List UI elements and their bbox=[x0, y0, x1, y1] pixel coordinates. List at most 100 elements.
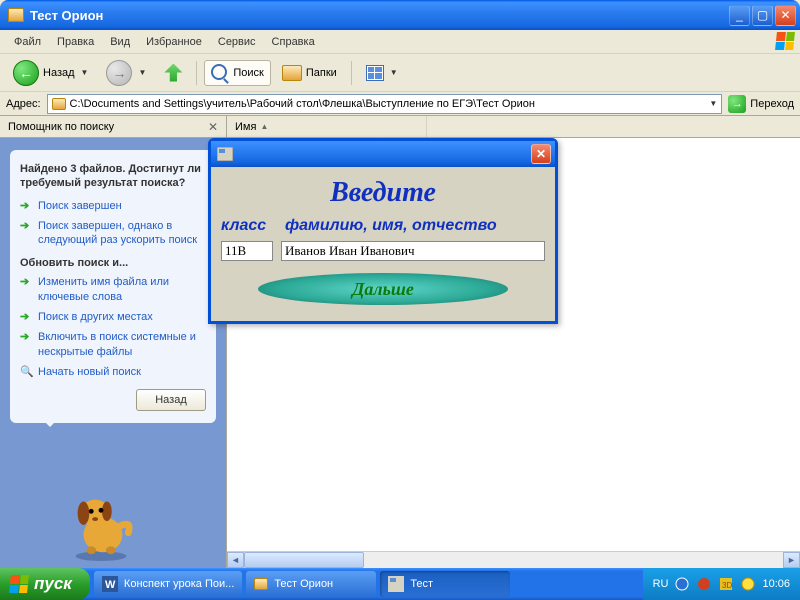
windows-logo-icon bbox=[9, 575, 29, 593]
search-button[interactable]: Поиск bbox=[204, 60, 270, 86]
go-button[interactable]: → Переход bbox=[728, 95, 794, 113]
up-arrow-icon bbox=[164, 64, 182, 82]
back-button[interactable]: ← Назад ▼ bbox=[6, 56, 95, 90]
language-indicator[interactable]: RU bbox=[653, 578, 669, 590]
address-bar: Адрес: C:\Documents and Settings\учитель… bbox=[0, 92, 800, 116]
window-titlebar: Тест Орион _ ▢ ✕ bbox=[0, 0, 800, 30]
address-label: Адрес: bbox=[6, 98, 41, 110]
option-search-done-faster[interactable]: ➔ Поиск завершен, однако в следующий раз … bbox=[20, 219, 206, 248]
horizontal-scrollbar[interactable]: ◄ ► bbox=[227, 551, 800, 568]
go-label: Переход bbox=[750, 98, 794, 110]
separator bbox=[351, 61, 352, 85]
option-search-done[interactable]: ➔ Поиск завершен bbox=[20, 199, 206, 213]
class-label: класс bbox=[221, 217, 285, 235]
arrow-icon: ➔ bbox=[20, 275, 32, 287]
clock[interactable]: 10:06 bbox=[762, 578, 790, 590]
input-dialog: ✕ Введите класс фамилию, имя, отчество Д… bbox=[208, 138, 558, 324]
option-label: Изменить имя файла или ключевые слова bbox=[38, 275, 206, 304]
next-button[interactable]: Дальше bbox=[258, 273, 508, 305]
folders-button[interactable]: Папки bbox=[275, 61, 344, 85]
scroll-right-button[interactable]: ► bbox=[783, 552, 800, 568]
word-icon: W bbox=[102, 576, 118, 592]
close-button[interactable]: ✕ bbox=[775, 5, 796, 26]
svg-text:W: W bbox=[105, 579, 116, 591]
taskbar-item-label: Тест bbox=[410, 578, 433, 590]
menu-file[interactable]: Файл bbox=[6, 33, 49, 51]
maximize-button[interactable]: ▢ bbox=[752, 5, 773, 26]
app-icon bbox=[217, 147, 233, 161]
address-input[interactable]: C:\Documents and Settings\учитель\Рабочи… bbox=[47, 94, 723, 114]
search-icon: 🔍 bbox=[20, 365, 32, 377]
taskbar: пуск W Конспект урока Пои... Тест Орион … bbox=[0, 568, 800, 600]
menu-tools[interactable]: Сервис bbox=[210, 33, 264, 51]
tray-icon[interactable] bbox=[674, 576, 690, 592]
option-search-elsewhere[interactable]: ➔Поиск в других местах bbox=[20, 310, 206, 324]
search-panel: Найдено 3 файлов. Достигнут ли требуемый… bbox=[10, 150, 216, 423]
tray-icon[interactable]: 3D bbox=[718, 576, 734, 592]
back-label: Назад bbox=[43, 67, 75, 79]
arrow-icon: ➔ bbox=[20, 310, 32, 322]
chevron-down-icon[interactable]: ▼ bbox=[709, 99, 717, 108]
search-icon bbox=[211, 64, 229, 82]
folder-icon bbox=[52, 98, 66, 110]
option-label: Включить в поиск системные и нескрытые ф… bbox=[38, 330, 206, 359]
chevron-down-icon: ▼ bbox=[390, 68, 398, 77]
search-dog-icon bbox=[62, 484, 140, 562]
arrow-icon: ➔ bbox=[20, 199, 32, 211]
taskbar-item-label: Тест Орион bbox=[274, 578, 333, 590]
windows-flag-icon bbox=[776, 32, 796, 52]
sort-asc-icon: ▲ bbox=[260, 122, 268, 131]
folder-icon bbox=[254, 578, 268, 590]
views-button[interactable]: ▼ bbox=[359, 61, 405, 85]
search-label: Поиск bbox=[233, 67, 263, 79]
scroll-thumb[interactable] bbox=[244, 552, 364, 568]
option-change-keywords[interactable]: ➔ Изменить имя файла или ключевые слова bbox=[20, 275, 206, 304]
folders-label: Папки bbox=[306, 67, 337, 79]
back-arrow-icon: ← bbox=[13, 60, 39, 86]
system-tray: RU 3D 10:06 bbox=[643, 568, 800, 600]
column-label: Имя bbox=[235, 121, 256, 133]
column-headers: Имя ▲ bbox=[227, 116, 800, 138]
menu-help[interactable]: Справка bbox=[264, 33, 323, 51]
option-label: Поиск завершен bbox=[38, 199, 122, 213]
option-label: Поиск завершен, однако в следующий раз у… bbox=[38, 219, 206, 248]
address-path: C:\Documents and Settings\учитель\Рабочи… bbox=[70, 98, 704, 110]
minimize-button[interactable]: _ bbox=[729, 5, 750, 26]
panel-back-button[interactable]: Назад bbox=[136, 389, 206, 411]
class-input[interactable] bbox=[221, 241, 273, 261]
forward-button[interactable]: → ▼ bbox=[99, 56, 153, 90]
taskbar-item-word[interactable]: W Конспект урока Пои... bbox=[94, 571, 242, 597]
views-icon bbox=[366, 65, 384, 81]
scroll-left-button[interactable]: ◄ bbox=[227, 552, 244, 568]
tray-icon[interactable] bbox=[696, 576, 712, 592]
arrow-icon: ➔ bbox=[20, 330, 32, 342]
start-button[interactable]: пуск bbox=[0, 568, 90, 600]
up-button[interactable] bbox=[157, 60, 189, 86]
chevron-down-icon: ▼ bbox=[81, 68, 89, 77]
menu-view[interactable]: Вид bbox=[102, 33, 138, 51]
svg-text:3D: 3D bbox=[722, 581, 732, 590]
taskbar-item-test[interactable]: Тест bbox=[380, 571, 510, 597]
sidebar-header: Помощник по поиску ✕ bbox=[0, 116, 226, 138]
option-label: Начать новый поиск bbox=[38, 365, 141, 379]
separator bbox=[196, 61, 197, 85]
menu-edit[interactable]: Правка bbox=[49, 33, 102, 51]
taskbar-item-folder[interactable]: Тест Орион bbox=[246, 571, 376, 597]
panel-heading: Найдено 3 файлов. Достигнут ли требуемый… bbox=[20, 162, 206, 191]
option-include-system[interactable]: ➔ Включить в поиск системные и нескрытые … bbox=[20, 330, 206, 359]
fio-input[interactable] bbox=[281, 241, 545, 261]
option-new-search[interactable]: 🔍 Начать новый поиск bbox=[20, 365, 206, 379]
panel-subheading: Обновить поиск и... bbox=[20, 257, 206, 269]
sidebar-close-button[interactable]: ✕ bbox=[208, 120, 218, 134]
menu-favorites[interactable]: Избранное bbox=[138, 33, 210, 51]
dialog-close-button[interactable]: ✕ bbox=[531, 144, 551, 164]
dialog-titlebar[interactable]: ✕ bbox=[211, 141, 555, 167]
go-arrow-icon: → bbox=[728, 95, 746, 113]
window-title: Тест Орион bbox=[30, 8, 729, 23]
folder-icon bbox=[8, 8, 24, 22]
arrow-icon: ➔ bbox=[20, 219, 32, 231]
tray-icon[interactable] bbox=[740, 576, 756, 592]
column-name[interactable]: Имя ▲ bbox=[227, 116, 427, 137]
start-label: пуск bbox=[34, 574, 72, 594]
dialog-heading: Введите bbox=[221, 177, 545, 209]
